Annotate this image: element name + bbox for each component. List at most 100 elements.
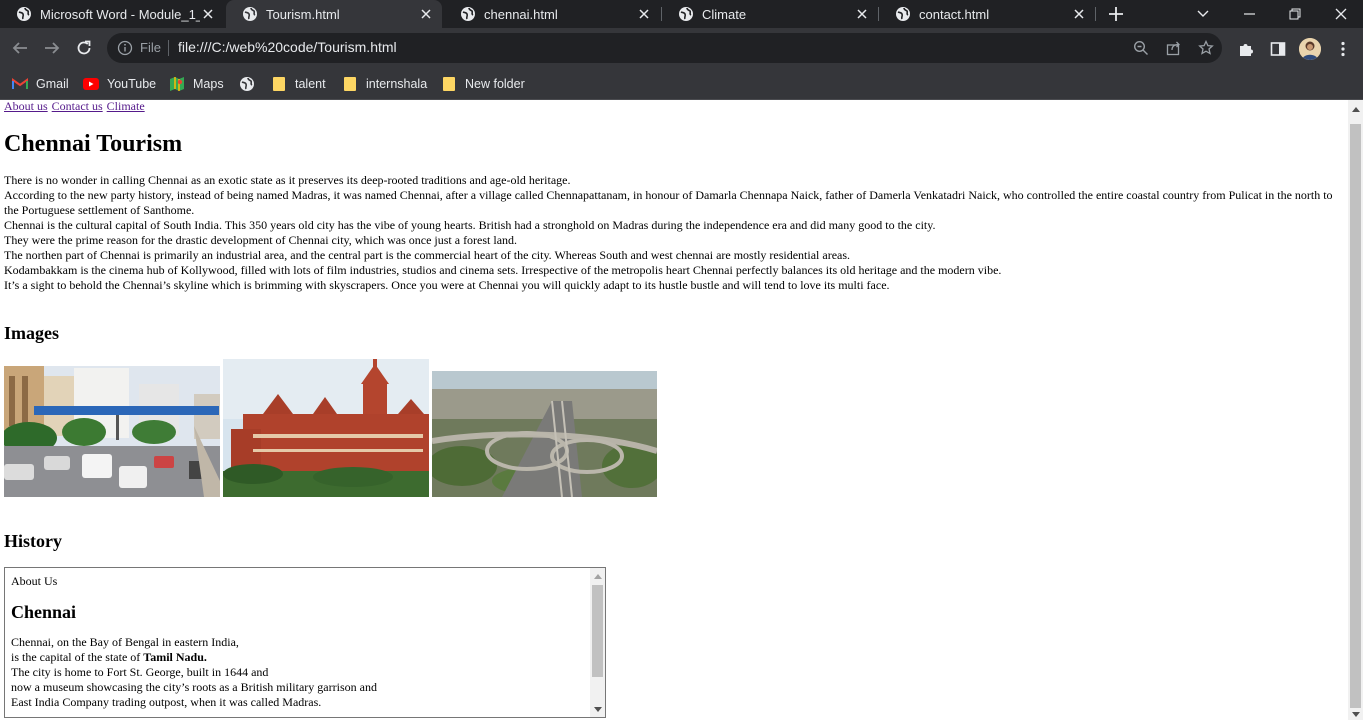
scroll-down-icon[interactable]	[593, 705, 602, 714]
bookmark-internshala[interactable]: internshala	[342, 74, 427, 94]
street-photo	[4, 366, 220, 497]
intro-line: There is no wonder in calling Chennai as…	[4, 173, 571, 187]
history-line: The city is home to Fort St. George, bui…	[11, 665, 269, 679]
tab-chennai[interactable]: chennai.html	[444, 0, 660, 28]
tab-title: Tourism.html	[266, 6, 340, 22]
forward-icon[interactable]	[40, 36, 64, 60]
tab-title: contact.html	[919, 6, 990, 22]
address-bar[interactable]: File file:///C:/web%20code/Tourism.html	[107, 33, 1222, 63]
bookmark-label: talent	[295, 77, 326, 91]
intro-line: They were the prime reason for the drast…	[4, 233, 518, 247]
close-icon[interactable]	[854, 6, 870, 22]
page-viewport: About us Contact us Climate Chennai Touris…	[0, 100, 1348, 720]
tab-strip: Microsoft Word - Module_1_ Tourism.html …	[0, 0, 1363, 28]
folder-icon	[441, 76, 457, 92]
bookmark-star-icon[interactable]	[1198, 39, 1214, 56]
url-text[interactable]: file:///C:/web%20code/Tourism.html	[178, 39, 397, 55]
info-icon[interactable]	[117, 40, 133, 56]
bookmarks-bar: Gmail YouTube Maps talent internshala Ne…	[0, 69, 1363, 100]
zoom-icon[interactable]	[1133, 40, 1149, 56]
nav-link-contact[interactable]: Contact us	[52, 100, 103, 113]
scroll-up-icon[interactable]	[593, 572, 602, 581]
history-line: Chennai, on the Bay of Bengal in eastern…	[11, 635, 239, 649]
close-icon[interactable]	[418, 6, 434, 22]
share-icon[interactable]	[1166, 40, 1182, 56]
history-about-text: About Us	[11, 574, 58, 588]
extensions-icon[interactable]	[1237, 40, 1255, 58]
intro-line: According to the new party history, inst…	[4, 188, 1333, 217]
intro-line: It’s a sight to behold the Chennai’s sky…	[4, 278, 890, 292]
tab-title: chennai.html	[484, 6, 558, 22]
reload-icon[interactable]	[72, 36, 96, 60]
tab-climate[interactable]: Climate	[662, 0, 878, 28]
bookmark-globe[interactable]	[239, 74, 255, 94]
images-heading: Images	[4, 323, 59, 343]
history-content: About Us Chennai Chennai, on the Bay of …	[11, 574, 589, 710]
history-bold-text: Tamil Nadu.	[143, 650, 207, 664]
aerial-flyover-photo	[432, 371, 657, 497]
close-window-icon[interactable]	[1318, 0, 1363, 28]
bookmark-maps[interactable]: Maps	[169, 74, 224, 94]
globe-icon	[678, 6, 694, 22]
intro-line: Kodambakkam is the cinema hub of Kollywo…	[4, 263, 1002, 277]
page-title: Chennai Tourism	[4, 131, 183, 157]
gmail-icon	[12, 76, 28, 92]
scheme-label: File	[140, 40, 161, 55]
close-icon[interactable]	[200, 6, 216, 22]
intro-line: The northen part of Chennai is primarily…	[4, 248, 851, 262]
bookmark-talent[interactable]: talent	[271, 74, 326, 94]
maps-icon	[169, 76, 185, 92]
close-icon[interactable]	[1071, 6, 1087, 22]
scroll-thumb[interactable]	[592, 585, 603, 677]
tab-search-icon[interactable]	[1180, 0, 1226, 28]
history-heading: History	[4, 531, 62, 551]
history-line: is the capital of the state of Tamil Nad…	[11, 650, 589, 665]
folder-icon	[271, 76, 287, 92]
omnibox-divider	[168, 40, 169, 56]
history-iframe[interactable]: About Us Chennai Chennai, on the Bay of …	[4, 567, 606, 718]
restore-icon[interactable]	[1272, 0, 1318, 28]
bookmark-youtube[interactable]: YouTube	[83, 74, 156, 94]
nav-link-about[interactable]: About us	[4, 100, 48, 113]
history-line: now a museum showcasing the city’s roots…	[11, 680, 377, 694]
top-nav: About us Contact us Climate	[4, 100, 149, 113]
history-scrollbar[interactable]	[590, 568, 605, 717]
bookmark-label: New folder	[465, 77, 525, 91]
bookmark-label: Gmail	[36, 77, 69, 91]
scroll-thumb[interactable]	[1350, 124, 1361, 708]
bookmark-label: Maps	[193, 77, 224, 91]
globe-icon	[239, 76, 255, 92]
tab-word[interactable]: Microsoft Word - Module_1_	[0, 0, 224, 28]
tab-separator	[1095, 7, 1096, 21]
heritage-building-photo	[223, 359, 429, 497]
youtube-icon	[83, 76, 99, 92]
page-scrollbar[interactable]	[1348, 100, 1363, 720]
tab-tourism[interactable]: Tourism.html	[226, 0, 442, 28]
history-line: East India Company trading outpost, when…	[11, 695, 322, 709]
side-panel-icon[interactable]	[1269, 40, 1287, 58]
folder-icon	[342, 76, 358, 92]
minimize-icon[interactable]	[1226, 0, 1272, 28]
avatar[interactable]	[1299, 38, 1321, 60]
globe-icon	[16, 6, 32, 22]
browser-toolbar: File file:///C:/web%20code/Tourism.html	[0, 28, 1363, 69]
intro-paragraph: There is no wonder in calling Chennai as…	[4, 173, 1340, 293]
back-icon[interactable]	[8, 36, 32, 60]
scroll-down-icon[interactable]	[1351, 710, 1360, 719]
globe-icon	[242, 6, 258, 22]
tab-title: Microsoft Word - Module_1_	[40, 6, 200, 22]
bookmark-new-folder[interactable]: New folder	[441, 74, 525, 94]
tab-title: Climate	[702, 6, 747, 22]
bookmark-label: YouTube	[107, 77, 157, 91]
intro-line: Chennai is the cultural capital of South…	[4, 218, 936, 232]
new-tab-icon[interactable]	[1106, 4, 1126, 24]
history-line-text: is the capital of the state of	[11, 650, 144, 664]
close-icon[interactable]	[636, 6, 652, 22]
tab-contact[interactable]: contact.html	[879, 0, 1095, 28]
history-title: Chennai	[11, 602, 77, 622]
globe-icon	[460, 6, 476, 22]
scroll-up-icon[interactable]	[1351, 105, 1360, 114]
bookmark-gmail[interactable]: Gmail	[12, 74, 69, 94]
nav-link-climate[interactable]: Climate	[107, 100, 145, 113]
menu-icon[interactable]	[1334, 40, 1352, 58]
